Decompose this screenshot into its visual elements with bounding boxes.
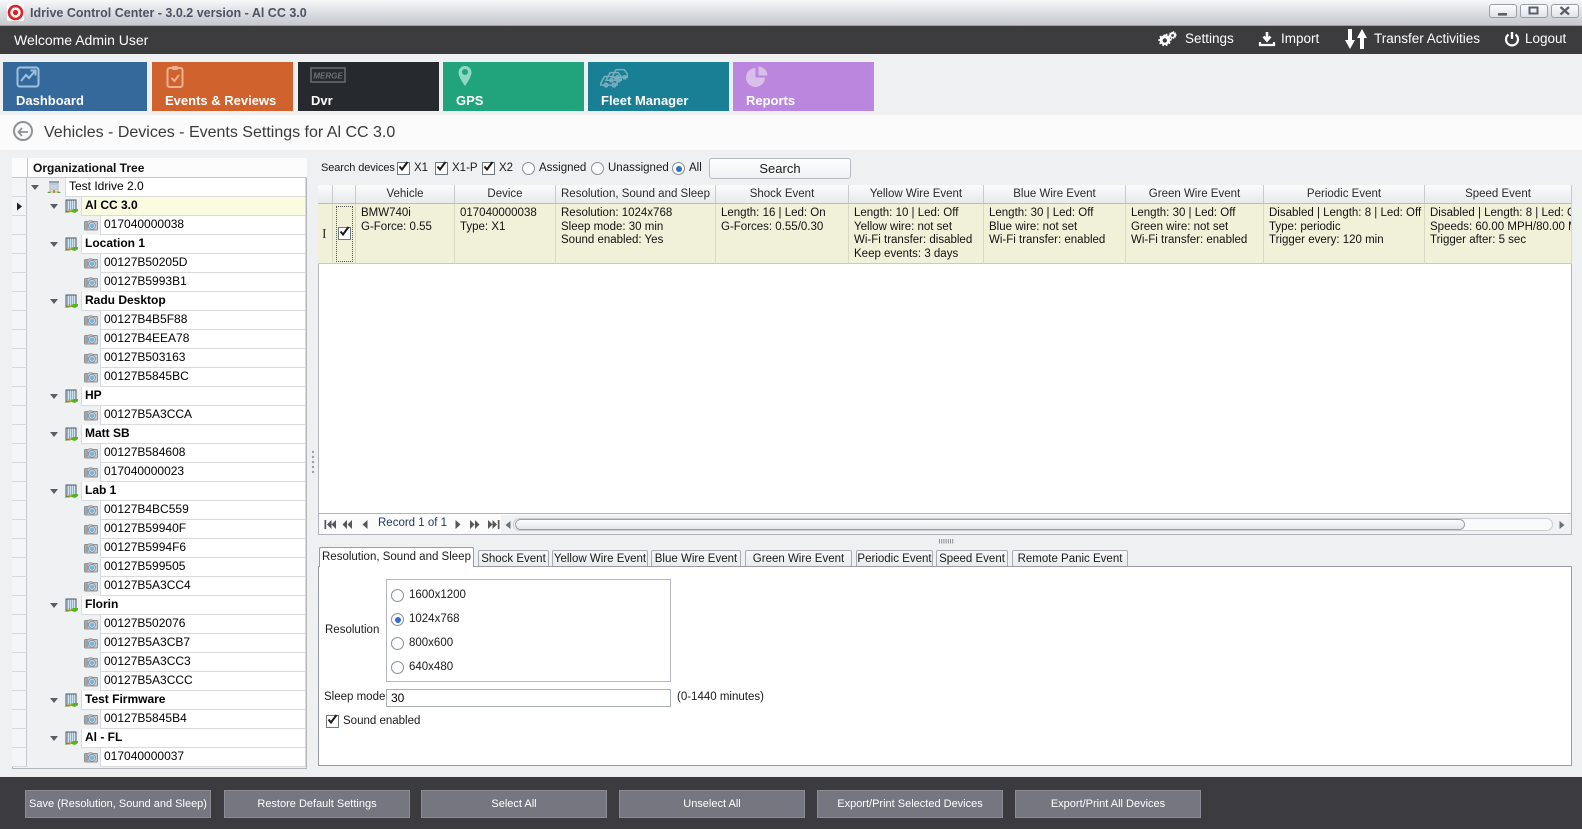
svg-text:MERGE: MERGE [313, 72, 343, 81]
